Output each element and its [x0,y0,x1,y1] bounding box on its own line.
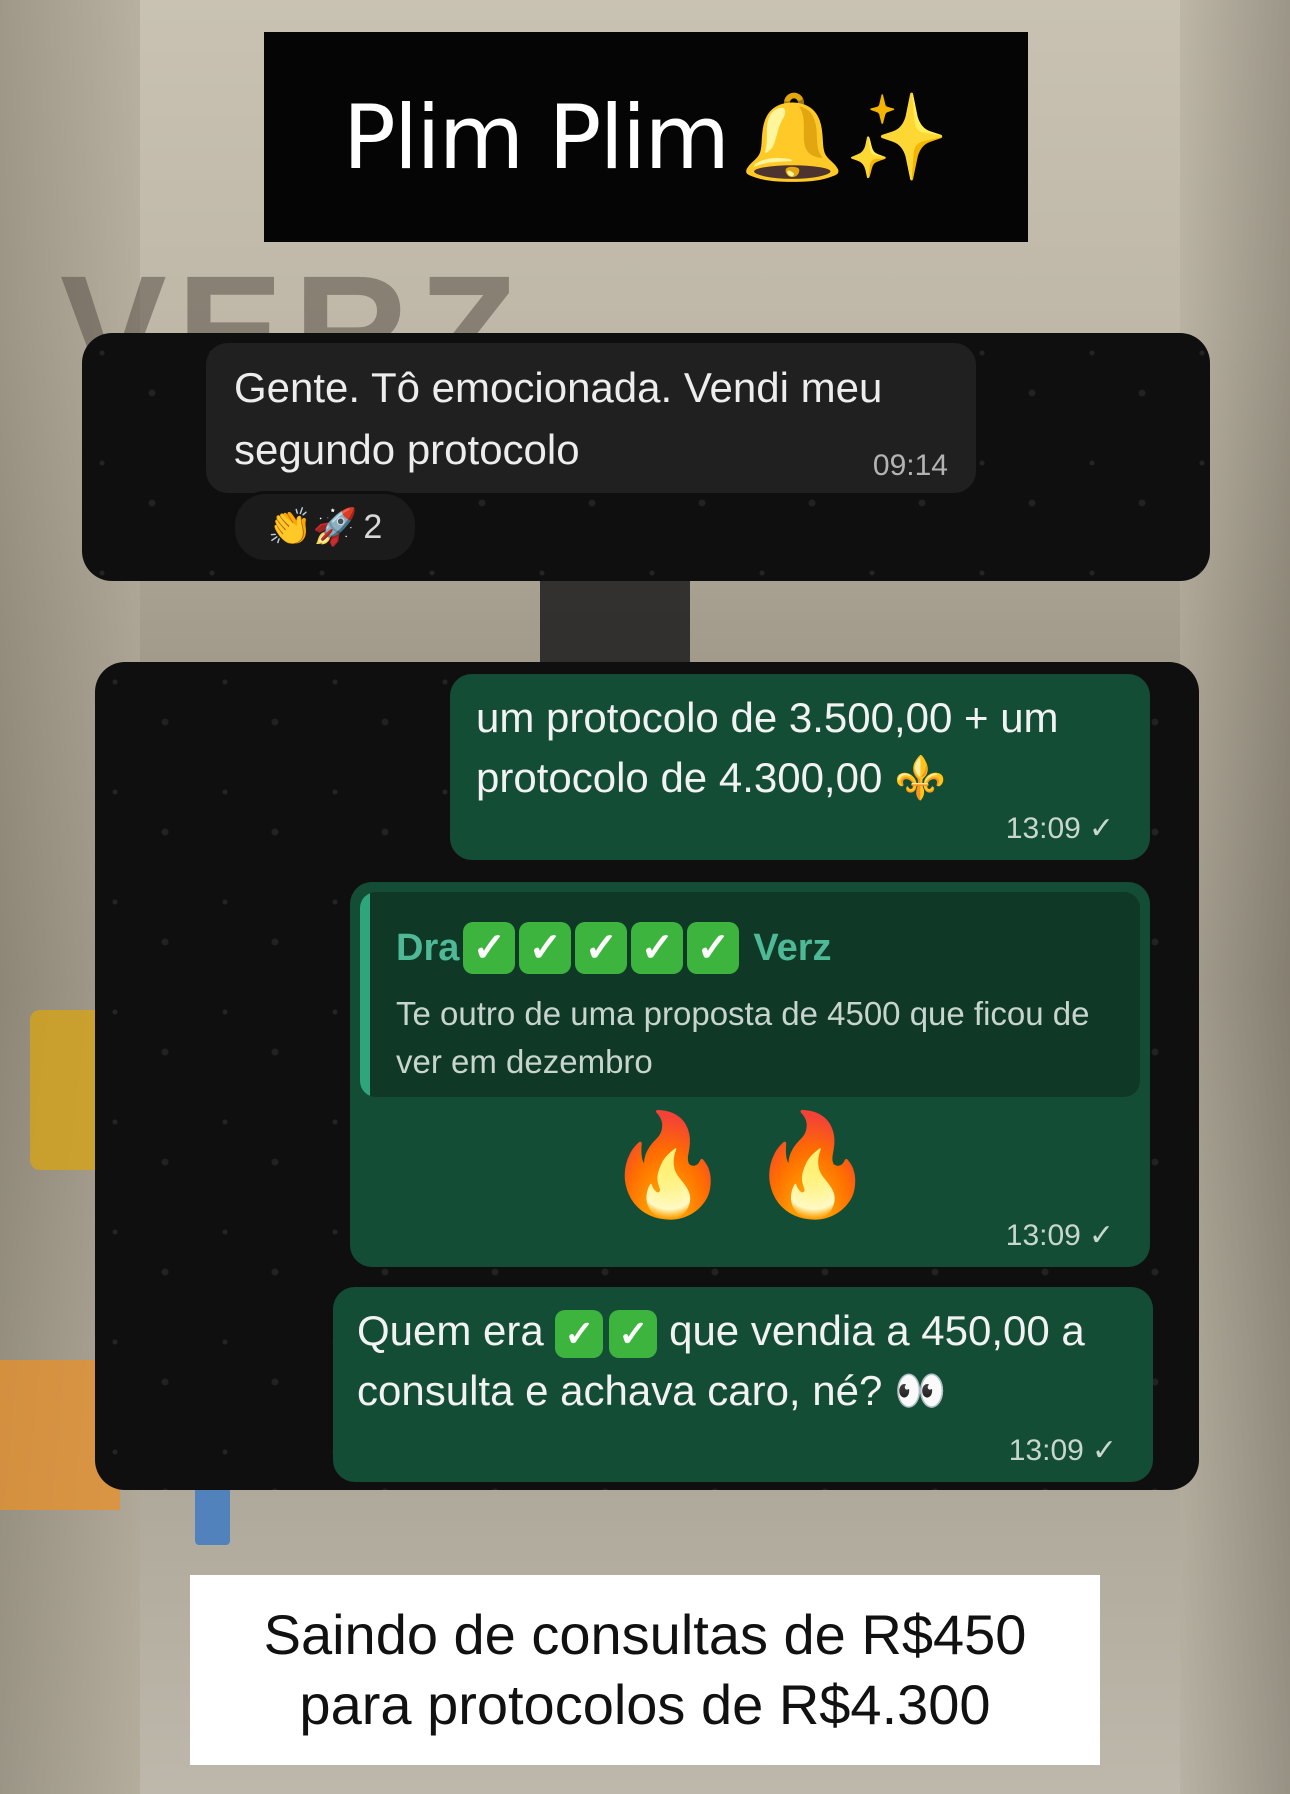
check-mark-icon: ✓ [555,1309,604,1358]
check-mark-icon: ✓ [609,1309,658,1358]
incoming-message-bubble[interactable]: Gente. Tô emocionada. Vendi meu segundo … [206,343,976,493]
message-time: 13:09 [1005,1219,1081,1252]
fire-icon: 🔥🔥 [605,1109,895,1221]
check-mark-icon: ✓ [519,922,572,974]
quote-author: Dra ✓ ✓ ✓ ✓ ✓ Verz [396,922,832,974]
quote-author-suffix: Verz [753,926,832,969]
quote-accent-bar [360,892,370,1097]
check-mark-icon: ✓ [575,922,628,974]
check-mark-icon: ✓ [463,922,516,974]
clap-rocket-icon: 👏🚀 [267,506,358,547]
message-time-row: 13:09 ✓ [1006,1218,1114,1253]
check-mark-icon: ✓ [687,922,740,974]
title-text: Plim Plim [342,85,730,189]
check-mark-icon: ✓ [631,922,684,974]
caption-line-1: Saindo de consultas de R$450 [263,1603,1027,1666]
message-text-prefix: Quem era [357,1307,544,1354]
quote-author-prefix: Dra [396,926,460,969]
sent-check-icon: ✓ [1091,1434,1117,1467]
reaction-count: 2 [363,507,383,546]
message-text: Gente. Tô emocionada. Vendi meu segundo … [234,364,883,473]
outgoing-reply-bubble[interactable]: Dra ✓ ✓ ✓ ✓ ✓ Verz Te outro de uma propo… [350,882,1150,1267]
outgoing-message-bubble[interactable]: Quem era ✓ ✓ que vendia a 450,00 a consul… [333,1287,1153,1482]
message-text: Quem era ✓ ✓ que vendia a 450,00 a consul… [357,1301,1137,1421]
message-time: 09:14 [872,449,948,482]
reactions-pill[interactable]: 👏🚀 2 [232,491,418,563]
inline-checks: ✓ ✓ [555,1309,658,1358]
message-time: 13:09 [1008,1434,1084,1467]
chat-panel-2: um protocolo de 3.500,00 + um protocolo … [95,662,1199,1490]
quoted-message[interactable]: Dra ✓ ✓ ✓ ✓ ✓ Verz Te outro de uma propo… [360,892,1140,1097]
caption-text: Saindo de consultas de R$450 para protoc… [264,1600,1027,1740]
outgoing-message-bubble[interactable]: um protocolo de 3.500,00 + um protocolo … [450,674,1150,860]
message-time-row: 13:09 ✓ [1006,811,1114,846]
chat-panel-1: Gente. Tô emocionada. Vendi meu segundo … [82,333,1210,581]
caption-line-2: para protocolos de R$4.300 [299,1673,991,1736]
title-banner: Plim Plim 🔔✨ [264,32,1028,242]
caption-box: Saindo de consultas de R$450 para protoc… [190,1575,1100,1765]
sent-check-icon: ✓ [1088,812,1114,845]
message-text: um protocolo de 3.500,00 + um protocolo … [476,694,1059,801]
quote-text: Te outro de uma proposta de 4500 que fic… [396,995,1090,1080]
bell-sparkles-icon: 🔔✨ [740,89,950,184]
message-time: 13:09 [1005,812,1081,845]
sent-check-icon: ✓ [1088,1219,1114,1252]
message-time-row: 13:09 ✓ [1009,1433,1117,1468]
